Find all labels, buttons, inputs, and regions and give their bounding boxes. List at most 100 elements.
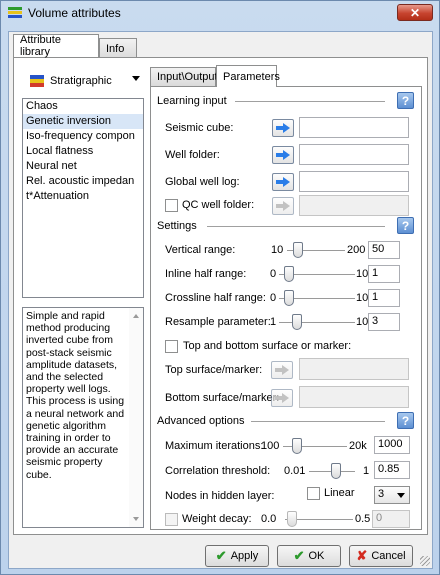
correlation-threshold-input[interactable]: 0.85	[374, 461, 410, 479]
global-well-log-field[interactable]	[299, 171, 409, 192]
seismic-cube-field[interactable]	[299, 117, 409, 138]
section-divider	[207, 226, 385, 227]
app-icon	[8, 7, 22, 18]
settings-help-button[interactable]: ?	[397, 217, 414, 234]
window-title: Volume attributes	[28, 6, 121, 20]
description-scrollbar[interactable]	[129, 308, 143, 527]
resample-parameter-min: 1	[270, 316, 277, 328]
well-folder-pick-button[interactable]	[272, 146, 294, 164]
seismic-cube-label: Seismic cube:	[165, 122, 234, 134]
chevron-down-icon	[132, 76, 140, 81]
cancel-button[interactable]: ✘ Cancel	[349, 545, 413, 567]
linear-label: Linear	[324, 487, 355, 499]
inline-half-range-input[interactable]: 1	[368, 265, 400, 283]
seismic-cube-pick-button[interactable]	[272, 119, 294, 137]
qc-well-folder-field[interactable]	[299, 195, 409, 216]
top-surface-pick-button[interactable]	[271, 361, 293, 379]
top-surface-field[interactable]	[299, 358, 409, 380]
max-iterations-label: Maximum iterations:	[165, 440, 264, 452]
vertical-range-input[interactable]: 50	[368, 241, 400, 259]
close-button[interactable]: ✕	[397, 4, 433, 21]
list-item[interactable]: Genetic inversion	[23, 114, 143, 129]
resample-parameter-input[interactable]: 3	[368, 313, 400, 331]
qc-well-folder-pick-button[interactable]	[272, 197, 294, 215]
weight-decay-label: Weight decay:	[182, 513, 252, 525]
qc-well-folder-checkbox[interactable]	[165, 199, 178, 212]
attribute-library-panel: Stratigraphic Chaos Genetic inversion Is…	[13, 57, 428, 535]
list-item[interactable]: Neural net	[23, 159, 143, 174]
correlation-threshold-min: 0.01	[284, 465, 306, 477]
max-iterations-input[interactable]: 1000	[374, 436, 410, 454]
list-item[interactable]: t*Attenuation	[23, 189, 143, 204]
list-item[interactable]: Chaos	[23, 99, 143, 114]
dialog-buttons: ✔ Apply ✔ OK ✘ Cancel	[9, 540, 432, 568]
list-item[interactable]: Local flatness	[23, 144, 143, 159]
vertical-range-min: 10	[271, 244, 284, 256]
nodes-hidden-layer-select[interactable]: 3	[374, 486, 410, 504]
learning-input-help-button[interactable]: ?	[397, 92, 414, 109]
tab-input-output[interactable]: Input\Output	[150, 67, 218, 86]
resample-parameter-track	[279, 322, 355, 323]
top-bottom-checkbox[interactable]	[165, 340, 178, 353]
well-folder-field[interactable]	[299, 144, 409, 165]
crossline-half-range-max: 10	[356, 292, 369, 304]
tab-parameters[interactable]: Parameters	[216, 65, 280, 87]
global-well-log-label: Global well log:	[165, 176, 240, 188]
check-icon: ✔	[215, 548, 227, 563]
cancel-label: Cancel	[371, 550, 406, 562]
check-icon: ✔	[293, 548, 305, 563]
tab-attribute-library[interactable]: Attribute library	[13, 34, 99, 58]
apply-button[interactable]: ✔ Apply	[205, 545, 269, 567]
linear-checkbox[interactable]	[307, 487, 320, 500]
section-divider	[235, 101, 385, 102]
bottom-surface-pick-button[interactable]	[271, 389, 293, 407]
section-divider	[251, 421, 385, 422]
vertical-range-label: Vertical range:	[165, 244, 236, 256]
global-well-log-pick-button[interactable]	[272, 173, 294, 191]
attribute-list: Chaos Genetic inversion Iso-frequency co…	[22, 98, 144, 298]
scroll-up-icon[interactable]	[133, 314, 139, 318]
arrow-right-icon	[275, 365, 289, 375]
advanced-options-help-button[interactable]: ?	[397, 412, 414, 429]
correlation-threshold-label: Correlation threshold:	[165, 465, 271, 477]
nodes-hidden-layer-label: Nodes in hidden layer:	[165, 490, 275, 502]
resize-grip[interactable]	[420, 556, 430, 566]
description-box: Simple and rapid method producing invert…	[22, 307, 144, 528]
resample-parameter-max: 10	[356, 316, 369, 328]
list-item[interactable]: Rel. acoustic impedan	[23, 174, 143, 189]
bottom-surface-field[interactable]	[299, 386, 409, 408]
stratigraphic-dropdown[interactable]: Stratigraphic	[24, 70, 144, 92]
resample-parameter-slider[interactable]	[292, 314, 302, 330]
correlation-threshold-slider[interactable]	[331, 463, 341, 479]
apply-label: Apply	[230, 550, 259, 562]
ok-button[interactable]: ✔ OK	[277, 545, 341, 567]
advanced-options-header: Advanced options	[157, 415, 245, 427]
stratigraphic-icon	[30, 75, 44, 87]
top-surface-label: Top surface/marker:	[165, 364, 263, 376]
arrow-right-icon	[275, 393, 289, 403]
well-folder-label: Well folder:	[165, 149, 220, 161]
title-bar: Volume attributes ✕	[1, 1, 439, 25]
vertical-range-slider[interactable]	[293, 242, 303, 258]
crossline-half-range-label: Crossline half range:	[165, 292, 266, 304]
vertical-range-max: 200	[347, 244, 366, 256]
weight-decay-input[interactable]: 0	[372, 510, 410, 528]
weight-decay-slider[interactable]	[287, 511, 297, 527]
scroll-down-icon[interactable]	[133, 517, 139, 521]
tab-info[interactable]: Info	[99, 38, 137, 59]
weight-decay-checkbox[interactable]	[165, 513, 178, 526]
bottom-surface-label: Bottom surface/marker:	[165, 392, 280, 404]
arrow-right-icon	[276, 150, 290, 160]
weight-decay-max: 0.5	[355, 513, 371, 525]
crossline-half-range-slider[interactable]	[284, 290, 294, 306]
parameters-panel: Learning input ? Seismic cube: Well fold…	[150, 86, 422, 530]
weight-decay-min: 0.0	[261, 513, 277, 525]
max-iterations-min: 100	[261, 440, 280, 452]
chevron-down-icon	[397, 493, 405, 498]
list-item[interactable]: Iso-frequency compon	[23, 129, 143, 144]
crossline-half-range-input[interactable]: 1	[368, 289, 400, 307]
max-iterations-slider[interactable]	[292, 438, 302, 454]
settings-header: Settings	[157, 220, 197, 232]
inline-half-range-slider[interactable]	[284, 266, 294, 282]
arrow-right-icon	[276, 177, 290, 187]
